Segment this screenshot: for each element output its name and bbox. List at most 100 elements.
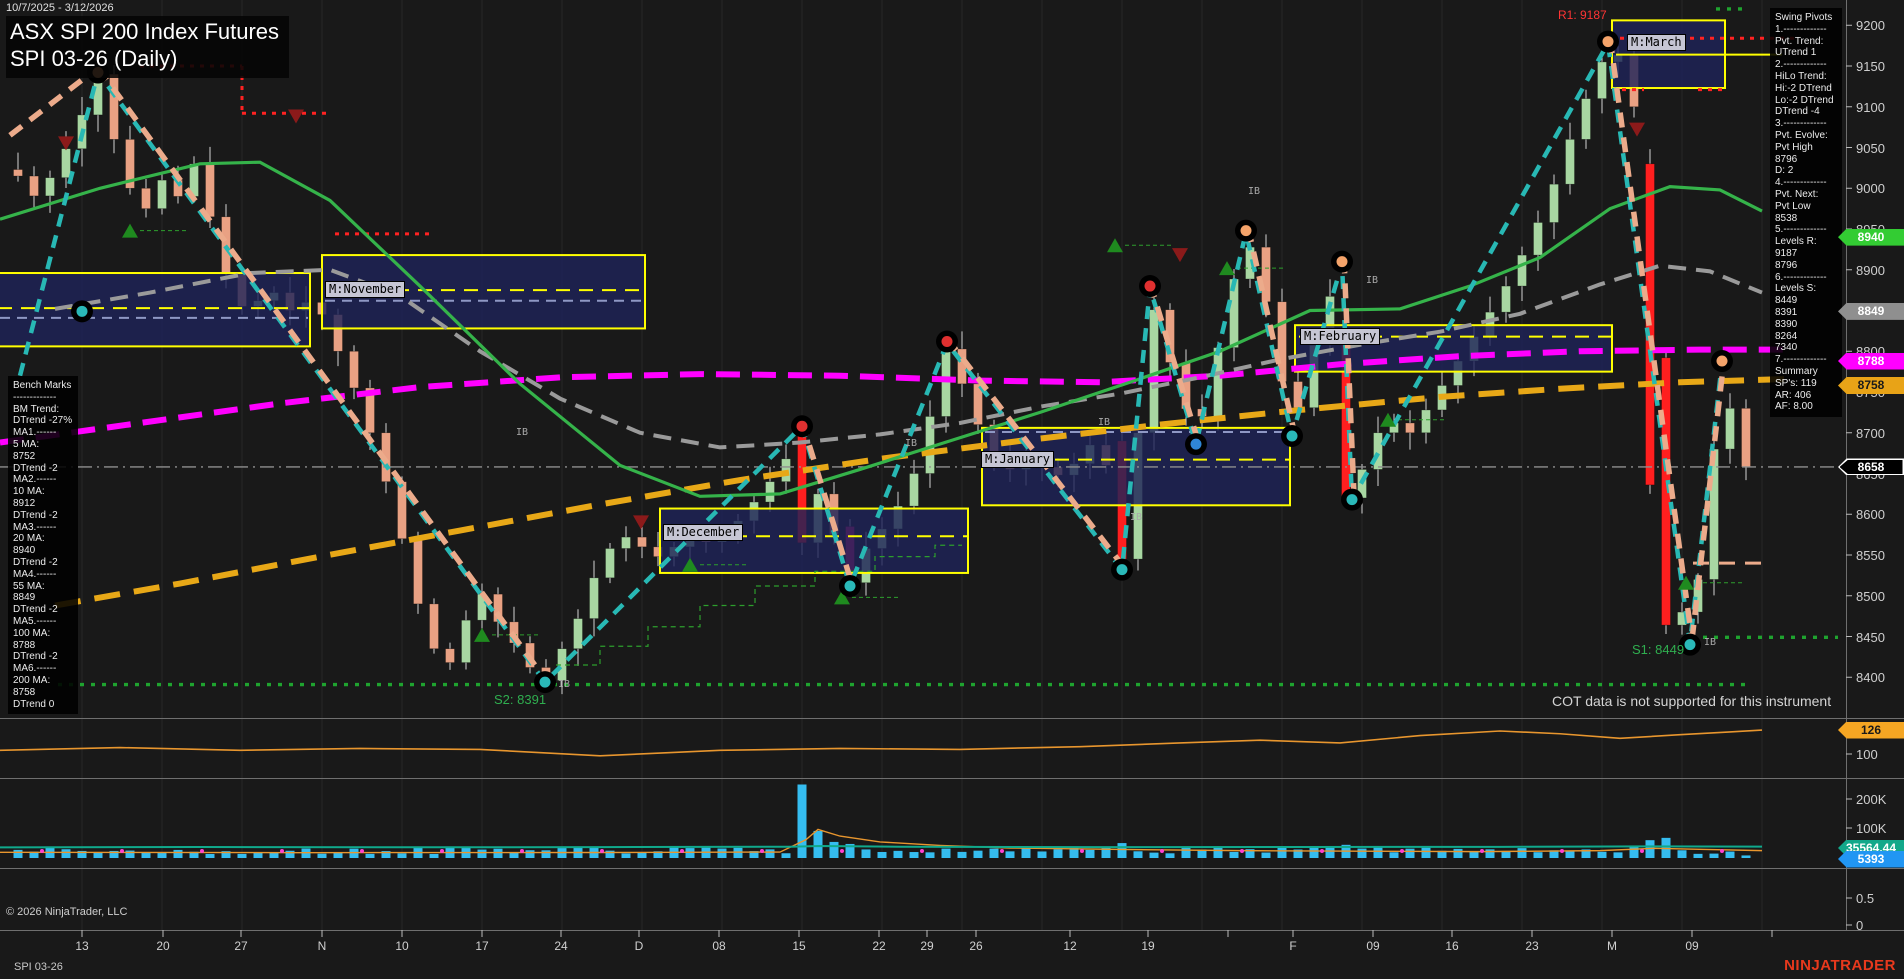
time-axis-label: 10	[395, 939, 409, 953]
price-axis-label: 8500	[1856, 588, 1885, 604]
time-axis-label: 09	[1685, 939, 1699, 953]
copyright-label: © 2026 NinjaTrader, LLC	[6, 906, 128, 918]
swing-pivots-line: Summary	[1775, 365, 1818, 377]
swing-pivots-line: 8264	[1775, 330, 1798, 342]
swing-pivots-line: Hi:-2 DTrend	[1775, 82, 1832, 94]
swing-pivots-line: 8796	[1775, 153, 1798, 165]
bench-marks-line: 55 MA:	[13, 580, 45, 592]
panel-axis-label: 100	[1856, 747, 1878, 762]
swing-pivots-line: 1.-------------	[1775, 23, 1827, 35]
swing-pivots-line: 2.-------------	[1775, 59, 1827, 71]
price-axis-label: 8450	[1856, 629, 1885, 645]
price-tag: 5393	[1838, 850, 1904, 868]
swing-pivots-line: Pvt Low	[1775, 200, 1811, 212]
ninjatrader-logo: NINJATRADER	[1784, 957, 1896, 974]
time-axis-label: 20	[156, 939, 170, 953]
swing-pivots-line: Lo:-2 DTrend	[1775, 94, 1834, 106]
price-tag: 126	[1838, 721, 1904, 739]
date-range-label: 10/7/2025 - 3/12/2026	[6, 2, 114, 14]
swing-pivots-line: Swing Pivots	[1775, 12, 1833, 23]
ib-marker-label: IB	[558, 679, 571, 691]
bench-marks-line: Bench Marks	[13, 380, 72, 391]
price-axis-label: 9000	[1856, 181, 1885, 197]
bench-marks-line: DTrend -2	[13, 604, 58, 616]
swing-pivots-line: Pvt High	[1775, 141, 1813, 153]
swing-pivots-line: Pvt. Trend:	[1775, 35, 1824, 47]
price-tag: 8758	[1838, 376, 1904, 394]
bench-marks-line: MA5.------	[13, 615, 57, 627]
ib-marker-label: IB	[1704, 637, 1717, 649]
bench-marks-line: -------------	[13, 391, 57, 403]
bench-marks-line: DTrend 0	[13, 698, 55, 710]
time-axis-label: 27	[234, 939, 248, 953]
time-axis-label: 24	[554, 939, 568, 953]
price-axis-label: 9150	[1856, 59, 1885, 74]
swing-pivots-line: 3.-------------	[1775, 118, 1827, 130]
price-tag: 8940	[1838, 228, 1904, 246]
price-axis-label: 9100	[1856, 99, 1885, 115]
price-axis-label: 9050	[1856, 140, 1885, 156]
s2-level-label: S2: 8391	[494, 692, 547, 707]
bench-marks-line: 8912	[13, 497, 36, 509]
swing-pivots-line: HiLo Trend:	[1775, 70, 1827, 82]
r1-level-label: R1: 9187	[1558, 8, 1607, 22]
price-axis-label: 8400	[1856, 670, 1885, 686]
swing-pivots-line: DTrend -4	[1775, 106, 1820, 118]
swing-pivots-panel: Swing Pivots 1.------------- Pvt. Trend: UT…	[1770, 8, 1842, 418]
price-axis-label: 8550	[1856, 548, 1885, 563]
time-axis-label: M	[1607, 939, 1617, 953]
bench-marks-line: 100 MA:	[13, 627, 51, 639]
s1-level-label: S1: 8449	[1632, 642, 1685, 657]
swing-pivots-line: 8390	[1775, 318, 1798, 330]
time-axis-label: N	[317, 939, 327, 953]
bench-marks-panel: Bench Marks ------------- BM Trend: DTrend …	[8, 376, 78, 715]
time-axis-label: 12	[1063, 939, 1077, 953]
bench-marks-line: MA6.------	[13, 663, 57, 675]
panel-axis-label: 200K	[1856, 792, 1887, 807]
bench-marks-line: DTrend -2	[13, 651, 58, 663]
time-axis-label: 26	[969, 939, 983, 953]
bench-marks-line: MA2.------	[13, 474, 57, 486]
time-axis-label: 22	[872, 939, 886, 953]
swing-pivots-line: 8538	[1775, 212, 1798, 224]
time-axis-label: 08	[712, 939, 726, 953]
time-axis-label: 15	[792, 939, 806, 953]
bench-marks-line: DTrend -2	[13, 509, 58, 521]
swing-pivots-line: Pvt. Evolve:	[1775, 129, 1828, 141]
swing-pivots-line: Levels R:	[1775, 236, 1817, 248]
price-tag: 8849	[1838, 302, 1904, 320]
chart-title-line2: SPI 03-26 (Daily)	[10, 46, 178, 71]
month-box-label[interactable]: M:March	[1627, 34, 1686, 51]
swing-pivots-line: 7340	[1775, 342, 1798, 354]
swing-pivots-line: AR: 406	[1775, 389, 1812, 401]
month-box-label[interactable]: M:February	[1300, 328, 1381, 345]
title-block: 10/7/2025 - 3/12/2026 ASX SPI 200 Index …	[6, 2, 290, 78]
price-axis-label: 9200	[1856, 18, 1885, 34]
bench-marks-line: 8758	[13, 686, 36, 698]
swing-pivots-line: 7.-------------	[1775, 354, 1827, 366]
swing-pivots-line: 8449	[1775, 295, 1798, 307]
ib-marker-label: IB	[1248, 185, 1261, 197]
bench-marks-line: MA1.------	[13, 427, 57, 439]
swing-pivots-line: Pvt. Next:	[1775, 188, 1819, 200]
time-axis-label: 29	[920, 939, 934, 953]
price-tag: 8658	[1838, 458, 1904, 476]
bench-marks-line: 8788	[13, 639, 36, 651]
month-box-label[interactable]: M:November	[325, 281, 406, 298]
swing-pivots-line: Levels S:	[1775, 283, 1817, 295]
month-box-label[interactable]: M:January	[981, 451, 1055, 468]
ib-marker-label: IB	[516, 426, 529, 438]
time-axis-label: 13	[75, 939, 89, 953]
ib-marker-label: IB	[1098, 416, 1111, 428]
chart-title-line1: ASX SPI 200 Index Futures	[10, 19, 280, 44]
swing-pivots-line: 4.-------------	[1775, 177, 1827, 189]
cot-message: COT data is not supported for this instr…	[1552, 693, 1832, 709]
panel-axis-label: 100K	[1856, 821, 1887, 836]
price-axis-label: 8900	[1856, 262, 1885, 278]
instrument-tab[interactable]: SPI 03-26	[14, 961, 63, 973]
bench-marks-line: 5 MA:	[13, 438, 40, 450]
bench-marks-line: DTrend -2	[13, 462, 58, 474]
bench-marks-line: 8752	[13, 450, 36, 462]
month-box-label[interactable]: M:December	[663, 524, 744, 541]
bench-marks-line: 8849	[13, 592, 36, 604]
